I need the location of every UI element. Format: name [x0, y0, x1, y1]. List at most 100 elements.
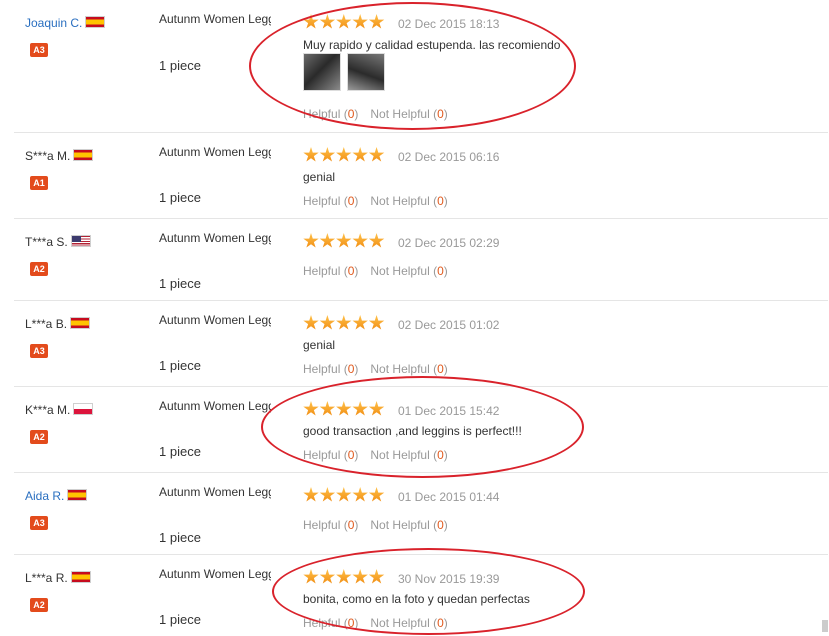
helpful-votes: Helpful (0) Not Helpful (0): [303, 264, 448, 278]
product-name[interactable]: Autunm Women Leggings American: [159, 398, 271, 414]
review-photo-thumbnail[interactable]: [347, 53, 385, 91]
star-rating: [303, 569, 385, 590]
star-rating: [303, 401, 385, 422]
reviewer-name: L***a B.: [25, 317, 91, 331]
poland-flag-icon: [73, 403, 94, 415]
star-icon: [303, 14, 319, 29]
star-icon: [368, 315, 385, 330]
helpful-link[interactable]: Helpful (0): [303, 107, 358, 121]
review-date: 01 Dec 2015 15:42: [398, 404, 500, 418]
star-icon: [352, 569, 368, 584]
quantity: 1 piece: [159, 58, 201, 73]
helpful-link[interactable]: Helpful (0): [303, 194, 358, 208]
helpful-link[interactable]: Helpful (0): [303, 264, 358, 278]
review-row: T***a S. A2 Autunm Women Leggings Americ…: [14, 218, 828, 301]
not-helpful-link[interactable]: Not Helpful (0): [370, 264, 447, 278]
review-photo-thumbnail[interactable]: [303, 53, 341, 91]
star-icon: [336, 14, 352, 29]
helpful-votes: Helpful (0) Not Helpful (0): [303, 518, 448, 532]
product-name[interactable]: Autunm Women Leggings American: [159, 144, 271, 160]
buyer-level-badge: A3: [30, 43, 48, 57]
star-icon: [352, 315, 368, 330]
review-date: 02 Dec 2015 02:29: [398, 236, 500, 250]
star-icon: [368, 487, 385, 502]
quantity: 1 piece: [159, 358, 201, 373]
spain-flag-icon: [67, 489, 88, 501]
star-icon: [352, 401, 368, 416]
product-name[interactable]: Autunm Women Leggings American: [159, 11, 271, 27]
star-icon: [368, 569, 385, 584]
buyer-level-badge: A3: [30, 516, 48, 530]
star-icon: [352, 147, 368, 162]
star-icon: [352, 487, 368, 502]
star-icon: [368, 233, 385, 248]
scrollbar[interactable]: [822, 620, 828, 632]
star-icon: [368, 14, 385, 29]
helpful-votes: Helpful (0) Not Helpful (0): [303, 448, 448, 462]
review-date: 02 Dec 2015 01:02: [398, 318, 500, 332]
star-icon: [303, 147, 319, 162]
quantity: 1 piece: [159, 444, 201, 459]
review-date: 02 Dec 2015 06:16: [398, 150, 500, 164]
product-name[interactable]: Autunm Women Leggings American: [159, 230, 271, 246]
reviewer-name: L***a R.: [25, 571, 91, 585]
review-photos: [303, 53, 391, 96]
star-rating: [303, 147, 385, 168]
quantity: 1 piece: [159, 530, 201, 545]
review-comment: bonita, como en la foto y quedan perfect…: [303, 592, 530, 606]
not-helpful-link[interactable]: Not Helpful (0): [370, 448, 447, 462]
star-icon: [319, 14, 336, 29]
star-icon: [352, 233, 368, 248]
star-icon: [303, 233, 319, 248]
star-icon: [319, 315, 336, 330]
star-icon: [319, 487, 336, 502]
helpful-link[interactable]: Helpful (0): [303, 362, 358, 376]
not-helpful-link[interactable]: Not Helpful (0): [370, 362, 447, 376]
not-helpful-link[interactable]: Not Helpful (0): [370, 194, 447, 208]
star-rating: [303, 14, 385, 35]
product-name[interactable]: Autunm Women Leggings American: [159, 484, 271, 500]
reviewer-name[interactable]: Joaquin C.: [25, 16, 106, 30]
review-date: 01 Dec 2015 01:44: [398, 490, 500, 504]
product-name[interactable]: Autunm Women Leggings American: [159, 566, 271, 582]
not-helpful-link[interactable]: Not Helpful (0): [370, 616, 447, 630]
star-rating: [303, 315, 385, 336]
buyer-level-badge: A1: [30, 176, 48, 190]
spain-flag-icon: [85, 16, 106, 28]
star-icon: [319, 233, 336, 248]
reviewer-name: S***a M.: [25, 149, 94, 163]
star-icon: [319, 569, 336, 584]
usa-flag-icon: [70, 235, 91, 247]
reviewer-name[interactable]: Aida R.: [25, 489, 88, 503]
not-helpful-link[interactable]: Not Helpful (0): [370, 518, 447, 532]
review-row: K***a M. A2 Autunm Women Leggings Americ…: [14, 386, 828, 473]
quantity: 1 piece: [159, 190, 201, 205]
star-icon: [368, 147, 385, 162]
star-rating: [303, 233, 385, 254]
review-comment: Muy rapido y calidad estupenda. las reco…: [303, 38, 561, 52]
buyer-level-badge: A2: [30, 430, 48, 444]
reviewer-name: T***a S.: [25, 235, 91, 249]
helpful-votes: Helpful (0) Not Helpful (0): [303, 616, 448, 630]
reviewer-name: K***a M.: [25, 403, 94, 417]
review-row: Aida R. A3 Autunm Women Leggings America…: [14, 472, 828, 555]
star-icon: [303, 487, 319, 502]
helpful-link[interactable]: Helpful (0): [303, 518, 358, 532]
not-helpful-link[interactable]: Not Helpful (0): [370, 107, 447, 121]
helpful-votes: Helpful (0) Not Helpful (0): [303, 107, 448, 121]
spain-flag-icon: [70, 571, 91, 583]
review-row: Joaquin C. A3 Autunm Women Leggings Amer…: [14, 0, 828, 132]
star-icon: [336, 147, 352, 162]
quantity: 1 piece: [159, 276, 201, 291]
product-name[interactable]: Autunm Women Leggings American: [159, 312, 271, 328]
review-row: S***a M. A1 Autunm Women Leggings Americ…: [14, 132, 828, 219]
helpful-votes: Helpful (0) Not Helpful (0): [303, 362, 448, 376]
helpful-link[interactable]: Helpful (0): [303, 616, 358, 630]
spain-flag-icon: [73, 149, 94, 161]
star-icon: [352, 14, 368, 29]
star-icon: [336, 569, 352, 584]
buyer-level-badge: A2: [30, 598, 48, 612]
star-icon: [336, 401, 352, 416]
helpful-link[interactable]: Helpful (0): [303, 448, 358, 462]
buyer-level-badge: A3: [30, 344, 48, 358]
